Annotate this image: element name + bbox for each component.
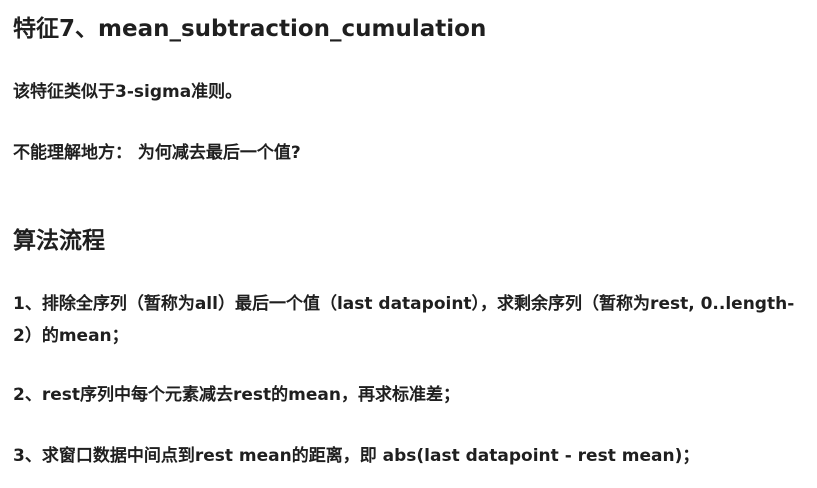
- question-paragraph: 不能理解地方： 为何减去最后一个值?: [13, 143, 301, 163]
- feature-intro-paragraph: 该特征类似于3-sigma准则。: [13, 82, 243, 102]
- algorithm-step-2: 2、rest序列中每个元素减去rest的mean，再求标准差；: [13, 385, 460, 405]
- feature-heading: 特征7、mean_subtraction_cumulation: [13, 16, 487, 42]
- algorithm-step-1: 1、排除全序列（暂称为all）最后一个值（last datapoint），求剩余…: [13, 294, 795, 346]
- algorithm-heading: 算法流程: [13, 228, 105, 254]
- algorithm-step-3: 3、求窗口数据中间点到rest mean的距离，即 abs(last datap…: [13, 446, 700, 466]
